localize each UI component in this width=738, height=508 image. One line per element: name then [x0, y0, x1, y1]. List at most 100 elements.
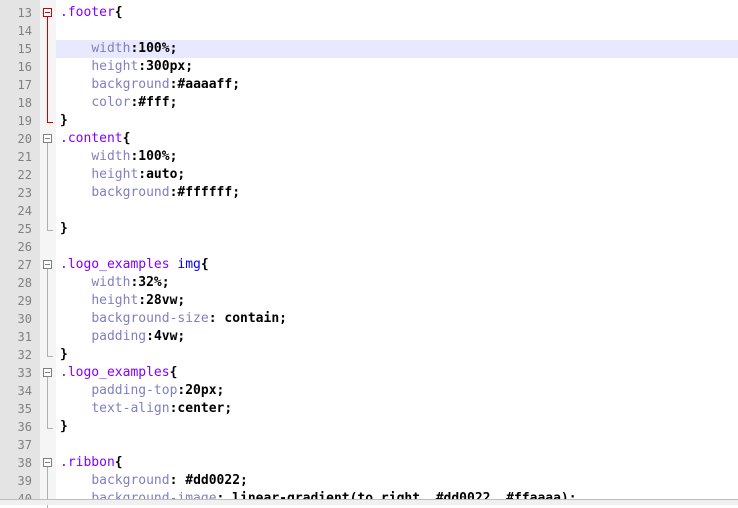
code-line[interactable]: 33 .logo_examples{ — [0, 364, 738, 382]
code-token: ; — [185, 59, 194, 74]
fold-toggle-icon[interactable] — [40, 256, 56, 274]
code-text[interactable]: text-align:center; — [56, 400, 738, 418]
code-line[interactable]: 14 — [0, 22, 738, 40]
fold-toggle-icon[interactable] — [40, 454, 56, 472]
code-token: 100% — [138, 149, 170, 164]
code-token: .content — [60, 131, 123, 146]
code-text[interactable]: width:100%; — [56, 148, 738, 166]
code-line[interactable]: 20 .content{ — [0, 130, 738, 148]
code-token: #ffffff — [177, 185, 233, 200]
code-line[interactable]: 19} — [0, 112, 738, 130]
code-token: : — [138, 167, 147, 182]
code-token: { — [114, 5, 123, 20]
code-line[interactable]: 31 padding:4vw; — [0, 328, 738, 346]
code-text[interactable]: height:28vw; — [56, 292, 738, 310]
code-line[interactable]: 37 — [0, 436, 738, 454]
line-number: 31 — [17, 330, 32, 344]
code-text[interactable] — [56, 238, 738, 256]
code-line[interactable]: 34 padding-top:20px; — [0, 382, 738, 400]
line-number: 21 — [17, 150, 32, 164]
code-token: height — [91, 293, 139, 308]
code-line[interactable]: 36} — [0, 418, 738, 436]
code-text[interactable]: .content{ — [56, 130, 738, 148]
fold-line — [40, 94, 56, 112]
code-text[interactable]: width:32%; — [56, 274, 738, 292]
code-text[interactable]: background:#aaaaff; — [56, 76, 738, 94]
code-token: 32% — [138, 275, 162, 290]
code-line[interactable]: 29 height:28vw; — [0, 292, 738, 310]
line-number: 24 — [17, 204, 32, 218]
code-line[interactable]: 21 width:100%; — [0, 148, 738, 166]
code-line[interactable]: 15 width:100%; — [0, 40, 738, 58]
code-text[interactable]: width:100%; — [56, 40, 738, 58]
code-token: .ribbon — [60, 455, 115, 470]
code-token: img — [177, 257, 201, 272]
code-token: width — [91, 149, 131, 164]
line-number: 23 — [17, 186, 32, 200]
line-number: 13 — [17, 6, 32, 20]
code-line[interactable]: 28 width:32%; — [0, 274, 738, 292]
code-text[interactable]: height:300px; — [56, 58, 738, 76]
fold-toggle-icon[interactable] — [40, 364, 56, 382]
code-text[interactable]: .logo_examples img{ — [56, 256, 738, 274]
fold-line — [40, 184, 56, 202]
code-line[interactable]: 39 background: #dd0022; — [0, 472, 738, 490]
code-line[interactable]: 18 color:#fff; — [0, 94, 738, 112]
code-line[interactable]: 22 height:auto; — [0, 166, 738, 184]
code-token: padding — [91, 329, 147, 344]
code-text[interactable]: background: #dd0022; — [56, 472, 738, 490]
code-text[interactable] — [56, 22, 738, 40]
line-number: 30 — [17, 312, 32, 326]
code-text[interactable]: } — [56, 418, 738, 436]
code-line[interactable]: 16 height:300px; — [0, 58, 738, 76]
code-text[interactable]: } — [56, 220, 738, 238]
code-text[interactable]: padding:4vw; — [56, 328, 738, 346]
code-text[interactable]: background:#ffffff; — [56, 184, 738, 202]
code-line[interactable]: 35 text-align:center; — [0, 400, 738, 418]
code-text[interactable]: .footer{ — [56, 4, 738, 22]
code-text[interactable]: } — [56, 346, 738, 364]
fold-empty — [40, 238, 56, 256]
code-line[interactable]: 27 .logo_examples img{ — [0, 256, 738, 274]
line-number: 14 — [17, 24, 32, 38]
code-token: ; — [216, 383, 225, 398]
code-token: : — [138, 293, 147, 308]
code-line[interactable]: 30 background-size: contain; — [0, 310, 738, 328]
code-editor[interactable]: 13 .footer{ 14 15 width:100%; 16 height:300p… — [0, 4, 738, 508]
line-number: 38 — [17, 456, 32, 470]
line-number: 28 — [17, 276, 32, 290]
fold-toggle-icon[interactable] — [40, 4, 56, 22]
code-token: 20px — [185, 383, 217, 398]
code-text[interactable]: padding-top:20px; — [56, 382, 738, 400]
code-text[interactable]: height:auto; — [56, 166, 738, 184]
code-text[interactable]: .ribbon{ — [56, 454, 738, 472]
code-text[interactable]: } — [56, 112, 738, 130]
code-line[interactable]: 13 .footer{ — [0, 4, 738, 22]
code-text[interactable]: .logo_examples{ — [56, 364, 738, 382]
code-text[interactable] — [56, 436, 738, 454]
code-line[interactable]: 24 — [0, 202, 738, 220]
code-line[interactable]: 17 background:#aaaaff; — [0, 76, 738, 94]
code-line[interactable]: 25} — [0, 220, 738, 238]
code-token: ; — [232, 77, 241, 92]
fold-toggle-icon[interactable] — [40, 130, 56, 148]
code-token: #dd0022 — [185, 473, 241, 488]
line-number: 18 — [17, 96, 32, 110]
code-line[interactable]: 32} — [0, 346, 738, 364]
code-line[interactable]: 26 — [0, 238, 738, 256]
code-line[interactable]: 38 .ribbon{ — [0, 454, 738, 472]
code-text[interactable]: color:#fff; — [56, 94, 738, 112]
fold-line — [40, 202, 56, 220]
code-line[interactable]: 23 background:#ffffff; — [0, 184, 738, 202]
code-text[interactable] — [56, 202, 738, 220]
code-token: ; — [232, 185, 241, 200]
code-text[interactable]: background-size: contain; — [56, 310, 738, 328]
fold-line — [40, 40, 56, 58]
horizontal-scrollbar[interactable] — [0, 499, 738, 505]
